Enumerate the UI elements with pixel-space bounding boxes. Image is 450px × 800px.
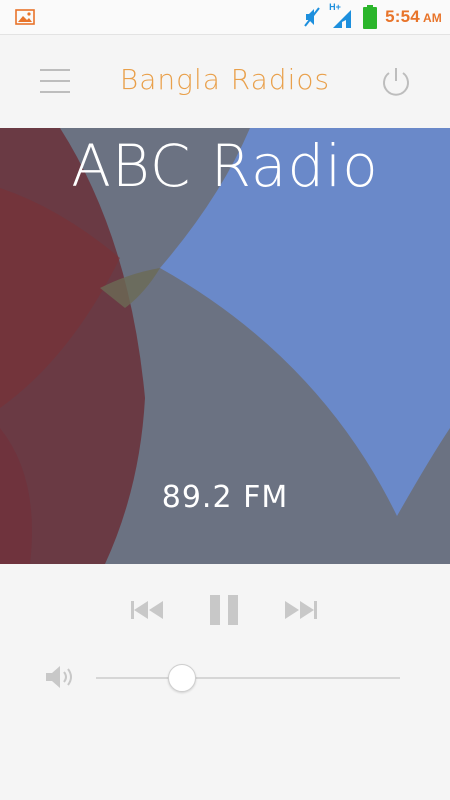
- signal-strength-icon: [333, 10, 352, 28]
- player-controls: [0, 564, 450, 800]
- station-frequency: 89.2 FM: [161, 480, 289, 515]
- pause-button[interactable]: [208, 594, 240, 626]
- station-name: ABC Radio: [71, 132, 379, 200]
- clock: 5:54 AM: [385, 7, 442, 27]
- volume-slider-track[interactable]: [96, 677, 400, 679]
- speaker-volume-icon[interactable]: [44, 662, 78, 692]
- mute-vibrate-icon: [304, 7, 320, 27]
- mobile-signal: H+: [329, 2, 355, 30]
- clock-time: 5:54: [385, 7, 420, 26]
- screen: H+ 5:54 AM Bangla Radios ABC Radio 89.2 …: [0, 0, 450, 800]
- pause-icon: [210, 595, 238, 625]
- battery-icon: [363, 5, 378, 29]
- volume-slider-thumb[interactable]: [168, 664, 197, 692]
- skip-previous-icon: [131, 601, 163, 619]
- status-indicators: H+ 5:54 AM: [303, 2, 442, 30]
- skip-next-icon: [285, 601, 317, 619]
- power-icon: [383, 68, 409, 96]
- clock-ampm: AM: [422, 11, 442, 25]
- status-bar: H+ 5:54 AM: [0, 0, 450, 35]
- power-button[interactable]: [379, 65, 413, 99]
- gallery-icon: [15, 9, 35, 25]
- next-button[interactable]: [284, 598, 318, 622]
- station-artwork: ABC Radio 89.2 FM: [0, 128, 450, 564]
- previous-button[interactable]: [130, 598, 164, 622]
- app-header: Bangla Radios: [0, 34, 450, 129]
